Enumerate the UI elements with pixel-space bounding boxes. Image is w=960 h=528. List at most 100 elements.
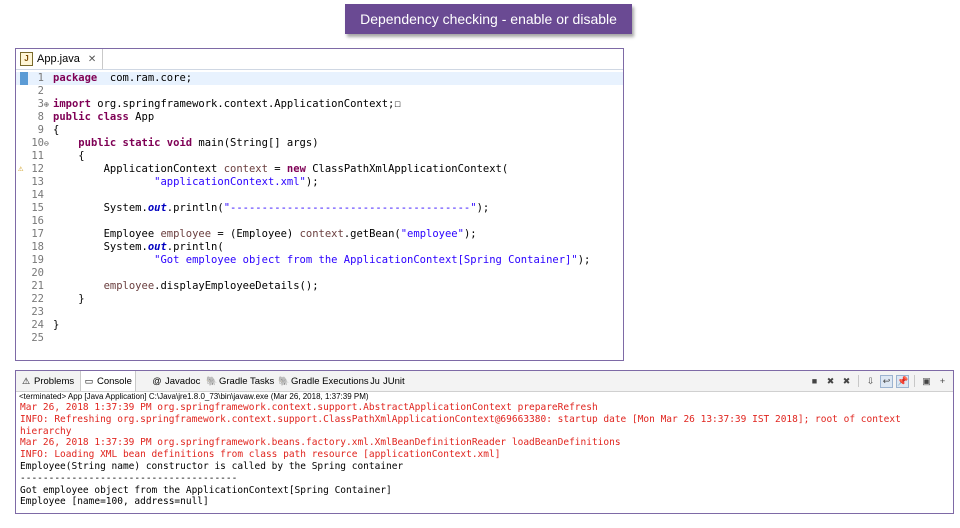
line-number: 24 [31,319,44,331]
console-tabbar: ■ ✖ ✖ ⇩ ↩ 📌 ▣ + ⚠ Problems ▭ Console @ Javadoc 🐘 Gradl… [16,371,953,392]
problems-icon: ⚠ [21,376,31,386]
code-line[interactable]: 1 package com.ram.core; [16,72,623,85]
line-number: 13 [31,176,44,188]
code-text: employee.displayEmployeeDetails(); [103,280,319,292]
code-text: public class App [53,111,155,123]
line-number: 25 [31,332,44,344]
code-line[interactable]: 18 System.out.println( [16,241,623,254]
tab-gradle-tasks[interactable]: 🐘 Gradle Tasks [203,371,277,391]
code-text: ApplicationContext context = new ClassPa… [53,163,509,175]
code-line[interactable]: 14 [16,189,623,202]
console-line: Employee [name=100, address=null] [20,496,209,508]
code-text: System.out.println( [53,241,224,253]
code-line[interactable]: 25 [16,332,623,345]
remove-launch-icon[interactable]: ✖ [824,375,837,388]
tab-label: JUnit [383,375,405,387]
line-number: 12 [31,163,44,175]
line-number: 3 [37,98,44,110]
code-line[interactable]: 23 [16,306,623,319]
java-file-icon: J [20,52,33,66]
code-text: "applicationContext.xml"); [154,176,319,188]
line-number: 20 [31,267,44,279]
expand-fold-icon[interactable]: ⊕ [44,98,49,111]
code-line[interactable]: 24} [16,319,623,332]
close-icon[interactable]: ✕ [88,54,96,65]
code-line[interactable]: 2 [16,85,623,98]
toolbar-separator [914,375,915,387]
tab-label: Gradle Executions [291,375,369,387]
line-number: 21 [31,280,44,292]
code-text: import org.springframework.context.Appli… [53,98,401,110]
line-number: 10 [31,137,44,149]
tab-problems[interactable]: ⚠ Problems [18,371,77,391]
scroll-lock-icon[interactable]: ⇩ [864,375,877,388]
gradle-executions-icon: 🐘 [278,376,290,386]
code-line[interactable]: 17 Employee employee = (Employee) contex… [16,228,623,241]
console-line: Mar 26, 2018 1:37:39 PM org.springframew… [20,437,621,449]
console-line: Employee(String name) constructor is cal… [20,461,404,472]
remove-all-icon[interactable]: ✖ [840,375,853,388]
code-line[interactable]: 20 [16,267,623,280]
code-area[interactable]: 1 package com.ram.core; 2 3 ⊕ import org.spri… [16,70,623,360]
code-line[interactable]: 15 System.out.println("-----------------… [16,202,623,215]
code-text: { [53,150,85,162]
collapse-fold-icon[interactable]: ⊖ [44,137,49,150]
warning-icon[interactable]: ⚠ [18,163,23,176]
code-text: public static void main(String[] args) [78,137,319,149]
line-number: 8 [37,111,44,123]
tab-app-java[interactable]: J App.java ✕ [16,49,104,69]
line-number: 23 [31,306,44,318]
junit-icon: Ju [370,376,380,386]
code-line[interactable]: 3 ⊕ import org.springframework.context.App… [16,98,623,111]
code-editor[interactable]: J App.java ✕ 1 package com.ram.core; 2 3 ⊕ im… [15,48,624,361]
code-line[interactable]: 9{ [16,124,623,137]
code-text: package com.ram.core; [53,72,193,84]
pin-console-icon[interactable]: 📌 [896,374,909,388]
tab-label: Gradle Tasks [219,375,275,387]
code-line[interactable]: 11 { [16,150,623,163]
tab-console[interactable]: ▭ Console [80,371,136,391]
new-console-icon[interactable]: + [936,375,949,388]
console-line: hierarchy [20,425,72,437]
code-line[interactable]: 21 employee.displayEmployeeDetails(); [16,280,623,293]
tab-gradle-executions[interactable]: 🐘 Gradle Executions [275,371,372,391]
line-number: 1 [37,72,44,84]
toolbar-separator [858,375,859,387]
line-number: 14 [31,189,44,201]
title-banner: Dependency checking - enable or disable [345,4,632,34]
console-line: INFO: Loading XML bean definitions from … [20,449,501,461]
code-text: Employee employee = (Employee) context.g… [53,228,477,240]
code-line[interactable]: 10 ⊖ public static void main(String[] arg… [16,137,623,150]
code-line[interactable]: 16 [16,215,623,228]
code-line[interactable]: ⚠ 12 ApplicationContext context = new Cla… [16,163,623,176]
console-line: -------------------------------------- [20,472,238,484]
javadoc-icon: @ [152,376,162,386]
tab-label: Console [97,375,132,387]
line-number: 18 [31,241,44,253]
code-line[interactable]: 19 "Got employee object from the Applica… [16,254,623,267]
tab-label: Javadoc [165,375,201,387]
line-number: 9 [37,124,44,136]
line-number: 17 [31,228,44,240]
display-console-icon[interactable]: ▣ [920,375,933,388]
tab-javadoc[interactable]: @ Javadoc [149,371,203,391]
console-view: ■ ✖ ✖ ⇩ ↩ 📌 ▣ + ⚠ Problems ▭ Console @ Javadoc 🐘 Gradl… [15,370,954,514]
line-number: 22 [31,293,44,305]
line-number: 15 [31,202,44,214]
code-line[interactable]: 8 public class App [16,111,623,124]
code-text: System.out.println("--------------------… [53,202,490,214]
terminate-icon[interactable]: ■ [808,375,821,388]
word-wrap-icon[interactable]: ↩ [880,374,893,388]
console-line: INFO: Refreshing org.springframework.con… [20,413,901,425]
gradle-tasks-icon: 🐘 [206,376,218,386]
tab-label: App.java [37,53,80,65]
console-line: Got employee object from the Application… [20,484,392,496]
console-toolbar: ■ ✖ ✖ ⇩ ↩ 📌 ▣ + [808,374,949,388]
code-text: { [53,124,60,136]
line-number: 19 [31,254,44,266]
console-line: Mar 26, 2018 1:37:39 PM org.springframew… [20,402,598,413]
tab-junit[interactable]: Ju JUnit [367,371,408,391]
collapsed-imports-icon[interactable]: ☐ [394,98,400,110]
code-line[interactable]: 13 "applicationContext.xml"); [16,176,623,189]
code-line[interactable]: 22 } [16,293,623,306]
